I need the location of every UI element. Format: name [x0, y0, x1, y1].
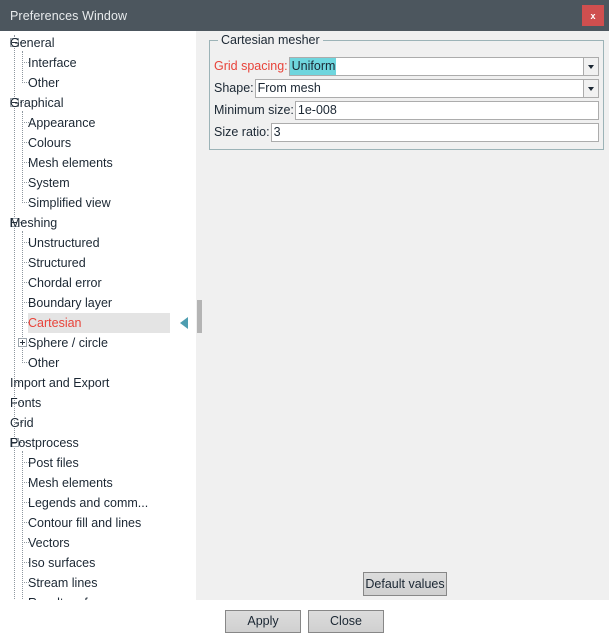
sidebar-item-cartesian[interactable]: Cartesian: [0, 313, 196, 333]
preferences-window: Preferences Window x GeneralInterfaceOth…: [0, 0, 609, 639]
sidebar-item-contour-fill-and-lines[interactable]: Contour fill and lines: [0, 513, 196, 533]
tree-scrollbar-thumb[interactable]: [197, 300, 202, 333]
value-shape[interactable]: From mesh: [256, 80, 583, 97]
sidebar-item-label: Fonts: [10, 393, 41, 413]
input-minimum-size[interactable]: 1e-008: [295, 101, 599, 120]
sidebar-item-fonts[interactable]: Fonts: [0, 393, 196, 413]
sidebar-item-graphical[interactable]: Graphical: [0, 93, 196, 113]
groupbox-title: Cartesian mesher: [218, 33, 323, 47]
sidebar-item-system[interactable]: System: [0, 173, 196, 193]
sidebar-item-label: Vectors: [28, 533, 70, 553]
sidebar-item-grid[interactable]: Grid: [0, 413, 196, 433]
sidebar-item-structured[interactable]: Structured: [0, 253, 196, 273]
cartesian-mesher-groupbox: Cartesian mesher Grid spacing:UniformSha…: [209, 40, 604, 150]
window-title: Preferences Window: [10, 9, 127, 23]
sidebar-item-label: Appearance: [28, 113, 95, 133]
sidebar-item-import-and-export[interactable]: Import and Export: [0, 373, 196, 393]
label-size-ratio: Size ratio:: [214, 123, 271, 142]
chevron-down-icon: [588, 87, 594, 91]
sidebar-item-meshing[interactable]: Meshing: [0, 213, 196, 233]
chevron-down-icon: [588, 65, 594, 69]
label-grid-spacing: Grid spacing:: [214, 57, 289, 76]
close-x-icon: x: [590, 11, 595, 21]
sidebar-item-label: Meshing: [10, 213, 57, 233]
sidebar-item-general[interactable]: General: [0, 33, 196, 53]
sidebar-item-label: Cartesian: [28, 313, 82, 333]
title-bar: Preferences Window x: [0, 0, 609, 31]
combobox-grid-spacing[interactable]: Uniform: [289, 57, 599, 76]
sidebar-item-chordal-error[interactable]: Chordal error: [0, 273, 196, 293]
sidebar-item-label: Colours: [28, 133, 71, 153]
sidebar-item-label: Post files: [28, 453, 79, 473]
value-size-ratio[interactable]: 3: [272, 124, 598, 141]
label-shape: Shape:: [214, 79, 255, 98]
apply-button[interactable]: Apply: [225, 610, 301, 633]
combobox-shape[interactable]: From mesh: [255, 79, 599, 98]
sidebar-item-label: Other: [28, 73, 59, 93]
sidebar-item-unstructured[interactable]: Unstructured: [0, 233, 196, 253]
sidebar-item-label: Grid: [10, 413, 34, 433]
sidebar-item-label: General: [10, 33, 54, 53]
sidebar-item-label: Graphical: [10, 93, 64, 113]
field-row-grid-spacing: Grid spacing:Uniform: [214, 57, 599, 76]
field-list: Grid spacing:Uniform Shape:From mesh Minim…: [214, 57, 599, 145]
sidebar-item-label: Chordal error: [28, 273, 102, 293]
field-row-minimum-size: Minimum size:1e-008: [214, 101, 599, 120]
sidebar-item-label: Contour fill and lines: [28, 513, 141, 533]
sidebar-item-iso-surfaces[interactable]: Iso surfaces: [0, 553, 196, 573]
sidebar-item-boundary-layer[interactable]: Boundary layer: [0, 293, 196, 313]
preferences-tree[interactable]: GeneralInterfaceOtherGraphicalAppearance…: [0, 31, 196, 600]
settings-panel: Cartesian mesher Grid spacing:Uniform Sha…: [204, 31, 609, 600]
tree-scrollbar[interactable]: [196, 31, 204, 600]
sidebar-item-colours[interactable]: Colours: [0, 133, 196, 153]
close-window-button[interactable]: x: [582, 5, 604, 26]
value-grid-spacing[interactable]: Uniform: [290, 58, 337, 75]
sidebar-item-label: Boundary layer: [28, 293, 112, 313]
sidebar-item-stream-lines[interactable]: Stream lines: [0, 573, 196, 593]
sidebar-item-label: Structured: [28, 253, 86, 273]
value-minimum-size[interactable]: 1e-008: [296, 102, 598, 119]
sidebar-item-label: Iso surfaces: [28, 553, 95, 573]
sidebar-item-result-surface[interactable]: Result surface: [0, 593, 196, 600]
sidebar-item-simplified-view[interactable]: Simplified view: [0, 193, 196, 213]
sidebar-item-other[interactable]: Other: [0, 73, 196, 93]
sidebar-item-label: Other: [28, 353, 59, 373]
sidebar-item-label: Sphere / circle: [28, 333, 108, 353]
sidebar-item-label: Result surface: [28, 593, 108, 600]
label-minimum-size: Minimum size:: [214, 101, 295, 120]
sidebar-item-legends-and-comm[interactable]: Legends and comm...: [0, 493, 196, 513]
sidebar-item-label: System: [28, 173, 70, 193]
sidebar-item-label: Postprocess: [10, 433, 79, 453]
sidebar-item-vectors[interactable]: Vectors: [0, 533, 196, 553]
sidebar-item-mesh-elements[interactable]: Mesh elements: [0, 473, 196, 493]
sidebar-item-label: Interface: [28, 53, 77, 73]
sidebar-item-label: Unstructured: [28, 233, 100, 253]
sidebar-item-label: Mesh elements: [28, 153, 113, 173]
dropdown-button-shape[interactable]: [583, 80, 598, 97]
sidebar-item-label: Legends and comm...: [28, 493, 148, 513]
footer-bar: [0, 600, 609, 639]
sidebar-item-label: Stream lines: [28, 573, 97, 593]
field-row-size-ratio: Size ratio:3: [214, 123, 599, 142]
input-size-ratio[interactable]: 3: [271, 123, 599, 142]
sidebar-item-mesh-elements[interactable]: Mesh elements: [0, 153, 196, 173]
sidebar-item-other[interactable]: Other: [0, 353, 196, 373]
field-row-shape: Shape:From mesh: [214, 79, 599, 98]
tree-expand-icon[interactable]: [18, 338, 27, 347]
sidebar-item-sphere-circle[interactable]: Sphere / circle: [0, 333, 196, 353]
sidebar-item-appearance[interactable]: Appearance: [0, 113, 196, 133]
default-values-button[interactable]: Default values: [363, 572, 447, 596]
sidebar-item-label: Simplified view: [28, 193, 111, 213]
sidebar-item-label: Mesh elements: [28, 473, 113, 493]
selection-arrow-icon: [180, 317, 188, 329]
sidebar-item-post-files[interactable]: Post files: [0, 453, 196, 473]
sidebar-item-label: Import and Export: [10, 373, 109, 393]
dropdown-button-grid-spacing[interactable]: [583, 58, 598, 75]
sidebar-item-interface[interactable]: Interface: [0, 53, 196, 73]
close-button[interactable]: Close: [308, 610, 384, 633]
sidebar-item-postprocess[interactable]: Postprocess: [0, 433, 196, 453]
value-fill: [336, 58, 583, 75]
